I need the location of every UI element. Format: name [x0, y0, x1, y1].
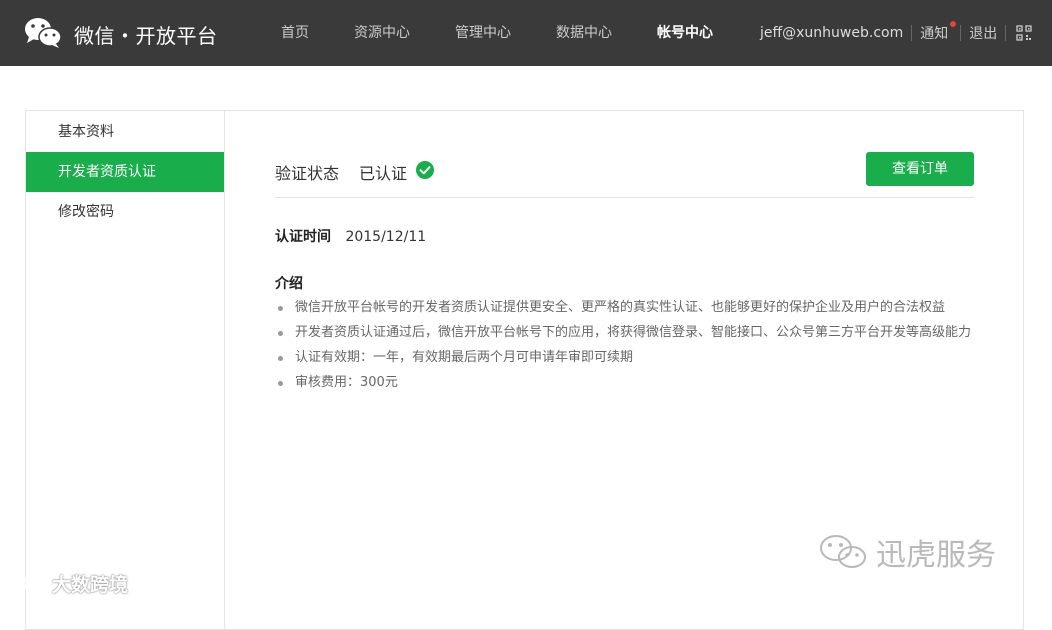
main-nav: 首页 资源中心 管理中心 数据中心 帐号中心 — [281, 0, 713, 66]
sidebar: 基本资料 开发者资质认证 修改密码 — [26, 111, 225, 629]
notice-dot-icon — [950, 21, 957, 27]
time-value: 2015/12/11 — [345, 229, 427, 245]
status-label: 验证状态 — [275, 164, 340, 183]
check-circle-icon — [416, 161, 434, 179]
time-label: 认证时间 — [275, 229, 331, 245]
divider — [960, 25, 962, 41]
nav-item-data[interactable]: 数据中心 — [556, 0, 612, 66]
intro-text: 微信开放平台帐号的开发者资质认证提供更安全、更严格的真实性认证、也能够更好的保护… — [295, 300, 946, 315]
intro-text: 开发者资质认证通过后，微信开放平台帐号下的应用，将获得微信登录、智能接口、公众号… — [295, 325, 972, 340]
list-item: 审核费用：300元 — [275, 370, 975, 395]
watermark-right: 迅虎服务 — [818, 530, 996, 574]
divider — [911, 25, 913, 41]
user-area: jeff@xunhuweb.com 通知 退出 — [760, 0, 1032, 66]
intro-list: 微信开放平台帐号的开发者资质认证提供更安全、更严格的真实性认证、也能够更好的保护… — [275, 295, 975, 395]
watermark-left-text: 大数跨境 — [52, 574, 129, 596]
qr-code-icon[interactable] — [1016, 25, 1032, 41]
watermark-left: 大数跨境 — [6, 570, 128, 597]
nav-item-resources[interactable]: 资源中心 — [354, 0, 410, 66]
bullet-icon — [278, 356, 283, 361]
user-email-link[interactable]: jeff@xunhuweb.com — [760, 25, 903, 41]
brand-title[interactable]: 微信・开放平台 — [74, 20, 218, 49]
divider — [1005, 25, 1007, 41]
list-item: 认证有效期：一年，有效期最后两个月可申请年审即可续期 — [275, 345, 975, 370]
notice-link[interactable]: 通知 — [920, 21, 957, 43]
top-navigation-bar: 微信・开放平台 首页 资源中心 管理中心 数据中心 帐号中心 jeff@xunh… — [0, 0, 1052, 66]
wechat-watermark-icon — [820, 535, 866, 568]
bullet-icon — [278, 306, 283, 311]
intro-text: 审核费用：300元 — [295, 375, 398, 390]
nav-item-account[interactable]: 帐号中心 — [657, 0, 713, 66]
verification-status-row: 验证状态 已认证 查看订单 — [275, 151, 974, 198]
list-item: 微信开放平台帐号的开发者资质认证提供更安全、更严格的真实性认证、也能够更好的保护… — [275, 295, 975, 320]
list-item: 开发者资质认证通过后，微信开放平台帐号下的应用，将获得微信登录、智能接口、公众号… — [275, 320, 975, 345]
sidebar-item-change-password[interactable]: 修改密码 — [26, 192, 224, 232]
logout-link[interactable]: 退出 — [969, 23, 997, 43]
bullet-icon — [278, 381, 283, 386]
status-value: 已认证 — [359, 164, 408, 183]
notice-label: 通知 — [920, 26, 949, 42]
nav-item-management[interactable]: 管理中心 — [455, 0, 511, 66]
certification-time-row: 认证时间 2015/12/11 — [275, 226, 426, 246]
sidebar-item-basic-info[interactable]: 基本资料 — [26, 112, 224, 152]
wechat-logo-icon[interactable] — [24, 16, 62, 50]
sidebar-item-developer-certification[interactable]: 开发者资质认证 — [26, 152, 224, 192]
brand-watermark-icon — [7, 575, 48, 591]
watermark-right-text: 迅虎服务 — [876, 538, 996, 573]
intro-title: 介绍 — [275, 276, 303, 292]
nav-item-home[interactable]: 首页 — [281, 0, 309, 66]
bullet-icon — [278, 331, 283, 336]
intro-text: 认证有效期：一年，有效期最后两个月可申请年审即可续期 — [295, 350, 634, 365]
view-orders-button[interactable]: 查看订单 — [866, 152, 974, 186]
